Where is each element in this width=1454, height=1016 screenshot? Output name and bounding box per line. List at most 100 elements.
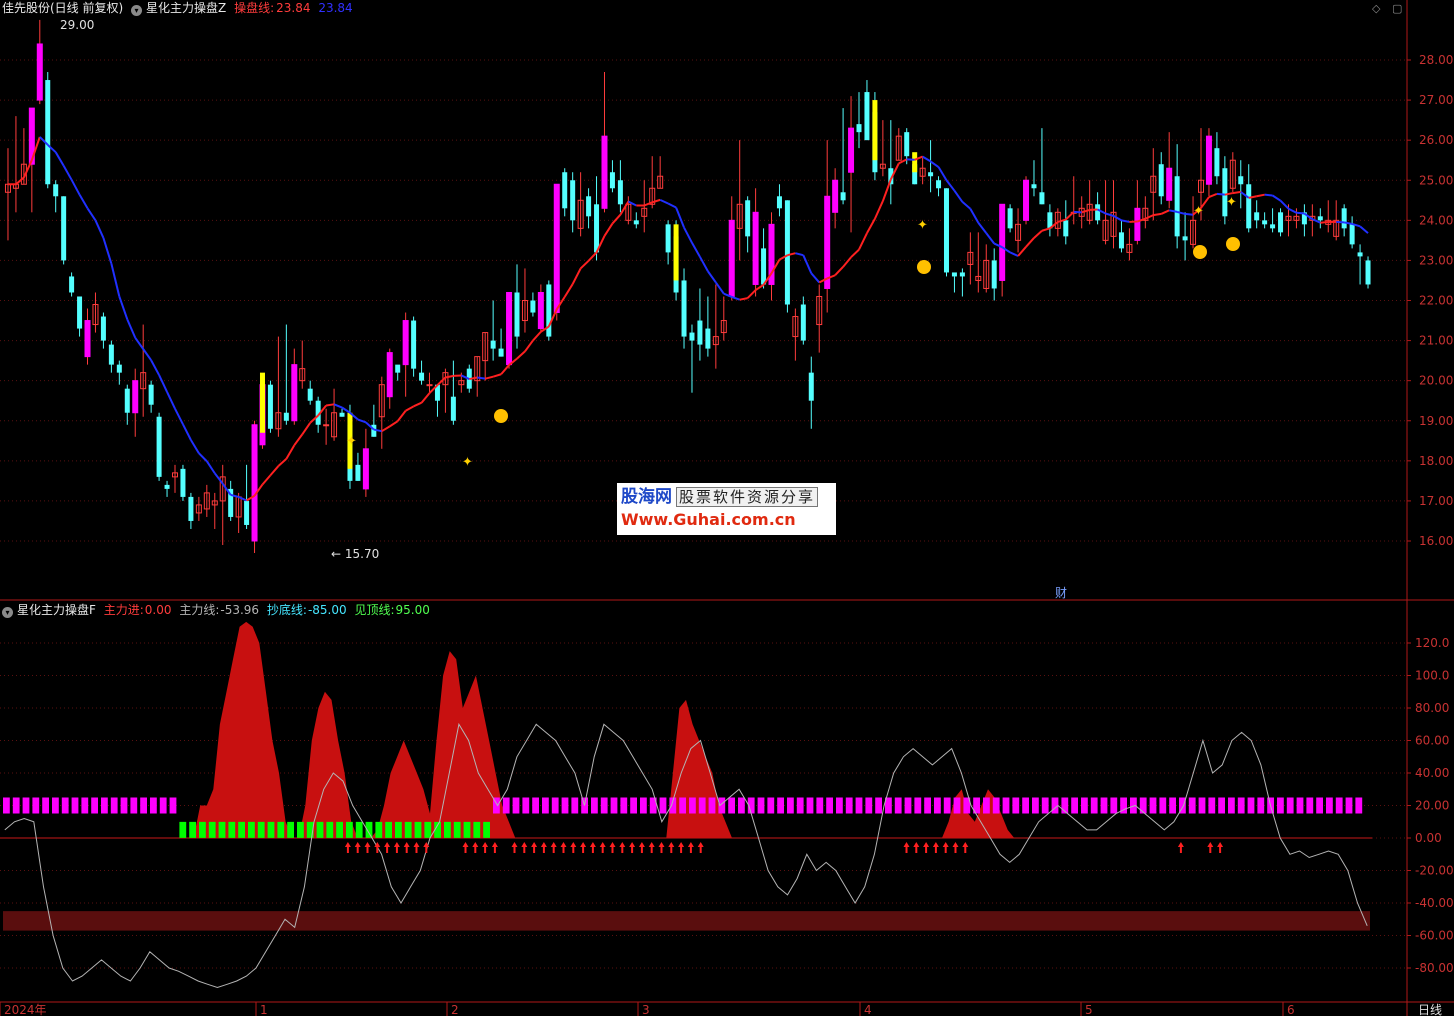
operate-line-segment xyxy=(1320,220,1329,224)
date-label: 6 xyxy=(1287,1003,1295,1016)
signal-block xyxy=(444,821,451,838)
signal-block xyxy=(1081,797,1088,814)
signal-block xyxy=(1100,797,1108,814)
signal-block xyxy=(826,797,833,814)
buy-arrow-icon xyxy=(619,842,626,853)
operate-line-segment xyxy=(930,160,940,168)
candle-body-down xyxy=(800,304,806,341)
candle-body-down xyxy=(936,180,942,189)
signal-block xyxy=(532,797,539,814)
operate-line-segment xyxy=(213,472,224,485)
osc-axis-label: -20.00 xyxy=(1415,864,1454,878)
operate-line-segment xyxy=(1153,212,1162,217)
signal-block xyxy=(1188,797,1196,814)
operate-line-segment xyxy=(977,222,988,234)
candle-body-down xyxy=(180,468,186,497)
signal-block xyxy=(297,821,304,838)
osc-axis-label: 120.0 xyxy=(1415,636,1449,650)
signal-block xyxy=(228,821,236,838)
operate-line-segment xyxy=(1256,193,1265,198)
operate-line-segment xyxy=(15,176,25,186)
buy-arrow-icon xyxy=(491,842,498,853)
signal-block xyxy=(355,821,363,838)
candle-body-down xyxy=(705,328,711,349)
candle-body-down xyxy=(1158,164,1164,197)
operate-line-segment xyxy=(285,444,296,460)
candle-body-down xyxy=(681,280,687,337)
signal-block xyxy=(1218,797,1225,814)
sub-indicator-name[interactable]: 星化主力操盘F xyxy=(17,603,96,617)
operate-line-segment xyxy=(659,198,669,205)
top-line-value: 95.00 xyxy=(395,603,430,617)
signal-block xyxy=(767,797,775,814)
candle-body-up xyxy=(824,195,831,289)
buy-arrow-icon xyxy=(521,842,528,853)
highlight-candle xyxy=(912,152,918,173)
candle-body-down xyxy=(697,320,703,345)
operate-line-segment xyxy=(1272,194,1282,202)
candle-body-down xyxy=(904,132,910,157)
candle-body-down xyxy=(784,200,790,305)
price-axis-label: 22.00 xyxy=(1419,294,1453,308)
buy-arrow-icon xyxy=(629,842,636,853)
candle-body-down xyxy=(498,348,504,357)
signal-block xyxy=(414,821,422,838)
signal-block xyxy=(42,797,49,814)
signal-block xyxy=(199,821,206,838)
candle-body-down xyxy=(267,384,273,429)
signal-block xyxy=(3,797,10,814)
operate-line-value-blue: 23.84 xyxy=(318,1,353,15)
signal-block xyxy=(1149,797,1157,814)
stock-title[interactable]: 佳先股份(日线 前复权) xyxy=(2,1,123,15)
operate-line-segment xyxy=(445,374,454,379)
operate-line-segment xyxy=(118,296,129,320)
buy-arrow-icon xyxy=(599,842,606,853)
candle-body-down xyxy=(45,80,51,185)
signal-block xyxy=(738,797,745,814)
buy-arrow-icon xyxy=(413,842,420,853)
signal-block xyxy=(91,797,98,814)
signal-block xyxy=(708,797,716,814)
buy-arrow-icon xyxy=(687,842,694,853)
operate-line-segment xyxy=(62,165,73,181)
sub-indicator-menu-icon[interactable]: ▾ xyxy=(2,607,13,618)
close-panel-icon[interactable]: ▢ xyxy=(1392,2,1402,15)
operate-line-segment xyxy=(1017,246,1027,257)
candle-body-down xyxy=(562,172,568,209)
candle-body-down xyxy=(1174,176,1180,237)
signal-block xyxy=(934,797,941,814)
main-indicator-name[interactable]: 星化主力操盘Z xyxy=(146,1,226,15)
operate-line-segment xyxy=(94,219,105,239)
date-label: 2 xyxy=(451,1003,459,1016)
operate-line-segment xyxy=(699,256,709,272)
signal-block xyxy=(728,797,735,814)
candle-body-up xyxy=(999,203,1006,281)
candle-body-down xyxy=(156,416,162,477)
osc-axis-label: 100.0 xyxy=(1415,669,1449,683)
buy-arrow-icon xyxy=(942,842,949,853)
price-axis-label: 20.00 xyxy=(1419,374,1453,388)
candle-body-up xyxy=(291,364,298,422)
operate-line-segment xyxy=(524,339,534,352)
candle-body-down xyxy=(411,320,417,369)
signal-block xyxy=(257,821,265,838)
diamond-icon[interactable]: ◇ xyxy=(1372,2,1380,15)
low-price-label: ← 15.70 xyxy=(331,547,379,561)
buy-arrow-icon xyxy=(638,842,645,853)
price-axis-label: 24.00 xyxy=(1419,213,1453,227)
candle-body-up xyxy=(36,43,43,101)
signal-block xyxy=(502,797,510,814)
indicator-menu-icon[interactable]: ▾ xyxy=(131,5,143,16)
candle-body-down xyxy=(943,188,949,273)
candle-body-up xyxy=(426,384,433,387)
signal-block xyxy=(953,797,961,814)
buy-arrow-icon xyxy=(962,842,969,853)
candle-body-down xyxy=(594,204,600,253)
signal-block xyxy=(1306,797,1314,814)
candle-body-down xyxy=(856,124,862,133)
signal-block xyxy=(346,821,353,838)
candle-body-down xyxy=(355,464,361,481)
signal-block xyxy=(1247,797,1255,814)
operate-line-segment xyxy=(269,465,280,476)
buy-arrow-icon xyxy=(570,842,577,853)
